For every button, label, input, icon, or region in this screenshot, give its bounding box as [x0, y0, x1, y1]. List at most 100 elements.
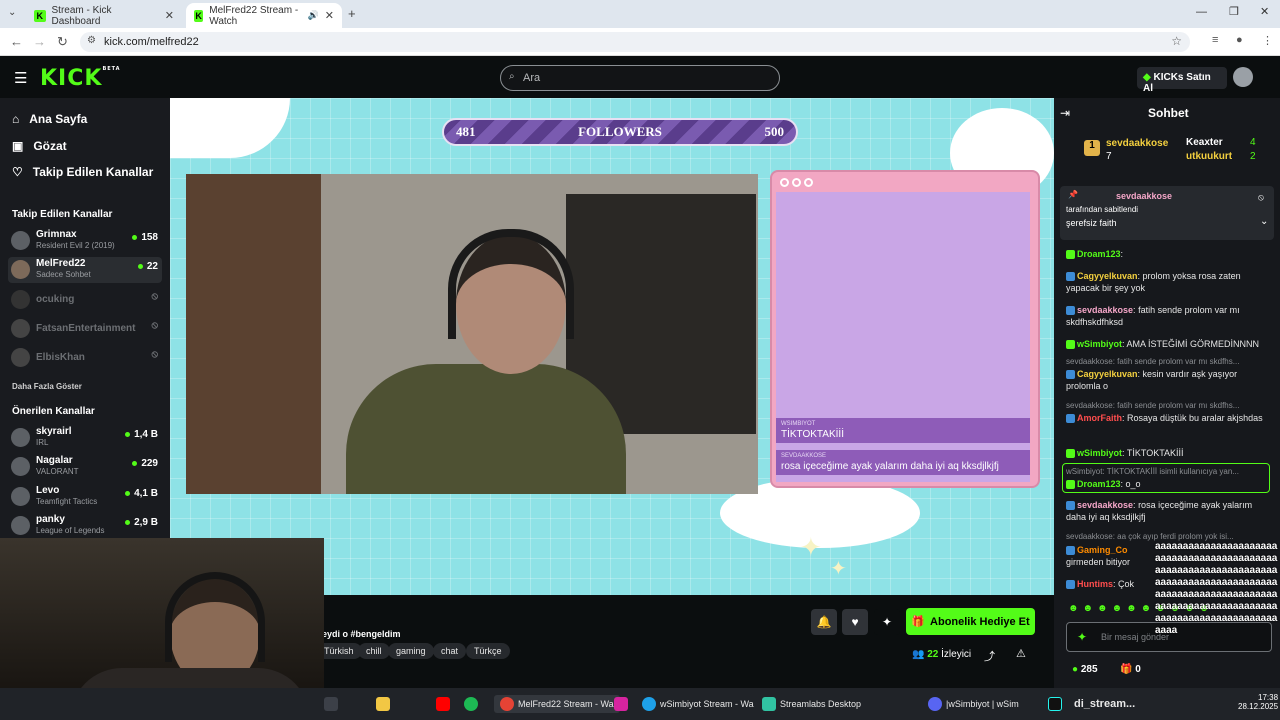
- browser-menu-icon[interactable]: ⋮: [1262, 34, 1273, 47]
- profile-icon[interactable]: ●: [1236, 34, 1243, 46]
- followed-channel-ocuking[interactable]: ocuking ⦸: [8, 287, 162, 313]
- channel-name: Nagalar: [36, 455, 73, 466]
- file-explorer-icon[interactable]: [376, 695, 390, 713]
- tab-melfred-stream[interactable]: K MelFred22 Stream - Watch 🔊 ✕: [186, 3, 342, 28]
- badge-icon: [1066, 272, 1075, 282]
- nav-home[interactable]: ⌂ Ana Sayfa: [12, 112, 87, 126]
- taskbar-item-discord[interactable]: |wSimbiyot | wSim: [928, 695, 1019, 713]
- chat-username[interactable]: Huntims: [1077, 579, 1113, 589]
- recommended-channel-levo[interactable]: Levo Teamfight Tactics 4,1 B: [8, 484, 162, 510]
- taskbar-item-stream[interactable]: di_stream...: [1074, 695, 1135, 713]
- close-icon[interactable]: ✕: [325, 9, 334, 22]
- minimize-button[interactable]: —: [1196, 6, 1207, 18]
- tiktok-icon[interactable]: [1048, 695, 1062, 713]
- followed-channel-melfred22[interactable]: MelFred22 Sadece Sohbet 22: [8, 257, 162, 283]
- recommended-channel-nagalar[interactable]: Nagalar VALORANT 229: [8, 454, 162, 480]
- stream-tag[interactable]: Türkçe: [466, 643, 510, 659]
- reload-icon[interactable]: ↻: [57, 34, 68, 50]
- extensions-icon[interactable]: ≡: [1212, 34, 1218, 46]
- taskbar-item-edge[interactable]: wSimbiyot Stream - Wa: [642, 695, 754, 713]
- youtube-icon[interactable]: [436, 695, 450, 713]
- site-info-icon[interactable]: ⚙: [87, 35, 96, 46]
- chat-username[interactable]: sevdaakkose: [1077, 500, 1133, 510]
- taskbar-search-icon[interactable]: [324, 695, 338, 713]
- nav-following[interactable]: ♡ Takip Edilen Kanallar: [12, 165, 153, 179]
- reply-preview[interactable]: sevdaakkose: aa çok ayıp ferdi prolom yo…: [1066, 532, 1272, 541]
- tab-list-chevron-icon[interactable]: ⌄: [8, 7, 16, 18]
- taskbar-item-label: MelFred22 Stream - Wa: [518, 699, 614, 709]
- chat-text: Rosaya düştük bu aralar akjshdas: [1127, 413, 1263, 423]
- reply-preview[interactable]: wSimbiyot: TİKTOKTAKİİİ isimli kullanıcı…: [1066, 467, 1272, 476]
- share-icon[interactable]: ⤴: [984, 648, 995, 664]
- chat-username[interactable]: Gaming_Co: [1077, 545, 1128, 555]
- report-icon[interactable]: ⚠: [1016, 647, 1026, 660]
- buy-kicks-button[interactable]: ◆ KICKs Satın Al: [1137, 67, 1227, 94]
- url-field[interactable]: ⚙ kick.com/melfred22 ☆: [80, 32, 1190, 52]
- recommended-channel-panky[interactable]: panky League of Legends 2,9 B: [8, 513, 162, 539]
- kick-favicon-icon: K: [194, 9, 204, 22]
- video-player[interactable]: ✦ ✦ 481 FOLLOWERS 500 WSIMBIYOT TİKTOKTA…: [170, 98, 1054, 595]
- gift-subscription-button[interactable]: 🎁 Abonelik Hediye Et: [906, 608, 1035, 635]
- nav-browse[interactable]: ▣ Gözat: [12, 139, 67, 153]
- taskbar-item-chrome[interactable]: MelFred22 Stream - Wa: [494, 695, 620, 713]
- viewer-count: 2,9 B: [125, 517, 158, 528]
- chat-username[interactable]: wSimbiyot: [1077, 339, 1122, 349]
- tab-kick-dashboard[interactable]: K Stream - Kick Dashboard ✕: [26, 3, 182, 28]
- window-close-button[interactable]: ✕: [1260, 5, 1269, 18]
- chat-username[interactable]: AmorFaith: [1077, 413, 1122, 423]
- kicks-button[interactable]: ✦: [874, 609, 900, 635]
- recommended-channel-skyrairl[interactable]: skyrairl IRL 1,4 B: [8, 425, 162, 451]
- notification-bell-button[interactable]: 🔔: [811, 609, 837, 635]
- chevron-down-icon[interactable]: ⌄: [1260, 216, 1268, 227]
- new-tab-button[interactable]: +: [348, 6, 356, 21]
- bookmark-star-icon[interactable]: ☆: [1171, 34, 1182, 48]
- followed-channel-grimnax[interactable]: Grimnax Resident Evil 2 (2019) 158: [8, 228, 162, 254]
- close-icon[interactable]: ✕: [165, 9, 174, 22]
- collapse-chat-icon[interactable]: ⇥: [1060, 106, 1070, 120]
- chat-username[interactable]: Cagyyelkuvan: [1077, 271, 1138, 281]
- show-more-link[interactable]: Daha Fazla Göster: [12, 382, 82, 391]
- stream-tag[interactable]: chill: [358, 643, 390, 659]
- chrome-icon: [500, 697, 514, 711]
- user-avatar[interactable]: [1233, 67, 1253, 87]
- pinned-message[interactable]: 📌 sevdaakkose tarafından sabitlendi şere…: [1060, 186, 1274, 240]
- unpin-icon[interactable]: ⦸: [1258, 192, 1264, 203]
- discord-icon: [928, 697, 942, 711]
- forward-icon[interactable]: →: [33, 34, 46, 49]
- gift-icon: 🎁: [1120, 664, 1133, 675]
- chat-username[interactable]: Droam123: [1077, 479, 1121, 489]
- hamburger-menu-icon[interactable]: ☰: [14, 69, 27, 87]
- maximize-button[interactable]: ❐: [1229, 5, 1239, 18]
- pinned-user: sevdaakkose: [1116, 191, 1173, 201]
- gift-icon: 🎁: [911, 616, 926, 628]
- instagram-icon[interactable]: [614, 695, 628, 713]
- channel-points[interactable]: ● 285: [1072, 664, 1098, 675]
- taskbar-item-streamlabs[interactable]: Streamlabs Desktop: [762, 695, 861, 713]
- overlay-text: TİKTOKTAKİİİ: [781, 429, 844, 440]
- channel-name: ElbisKhan: [36, 352, 85, 363]
- chat-username[interactable]: Droam123: [1077, 249, 1121, 259]
- clock[interactable]: 17:38 28.12.2025: [1238, 693, 1278, 711]
- chat-username[interactable]: Cagyyelkuvan: [1077, 369, 1138, 379]
- chat-spam-overlay: aaaaaaaaaaaaaaaaaaaaaaaaaaaaaaaaaaaaaaaa…: [1155, 541, 1278, 636]
- audio-icon[interactable]: 🔊: [308, 10, 319, 21]
- stream-tag[interactable]: gaming: [388, 643, 434, 659]
- spotify-icon[interactable]: [464, 695, 478, 713]
- follow-button[interactable]: ♥: [842, 609, 868, 635]
- channel-game: IRL: [36, 438, 49, 447]
- reply-preview[interactable]: sevdaakkose: fatih sende prolom var mı s…: [1066, 401, 1272, 410]
- chat-username[interactable]: wSimbiyot: [1077, 448, 1122, 458]
- gift-counter[interactable]: 🎁 0: [1120, 664, 1141, 675]
- reply-preview[interactable]: sevdaakkose: fatih sende prolom var mı s…: [1066, 357, 1272, 366]
- kick-logo[interactable]: KICKBETA: [40, 66, 121, 91]
- followed-channel-elbiskhan[interactable]: ElbisKhan ⦸: [8, 345, 162, 371]
- pin-icon: 📌: [1068, 190, 1078, 199]
- browser-address-bar: ← → ↻ ⚙ kick.com/melfred22 ☆ ≡ ● ⋮: [0, 28, 1280, 56]
- followed-channel-fatsan[interactable]: FatsanEntertainment ⦸: [8, 316, 162, 342]
- search-input[interactable]: ⌕ Ara: [500, 65, 780, 91]
- chat-username[interactable]: sevdaakkose: [1077, 305, 1133, 315]
- kicks-emote-icon[interactable]: ✦: [1077, 630, 1087, 644]
- back-icon[interactable]: ←: [10, 34, 23, 49]
- chat-message: Droam123: o_o: [1066, 478, 1272, 490]
- stream-tag[interactable]: chat: [433, 643, 467, 659]
